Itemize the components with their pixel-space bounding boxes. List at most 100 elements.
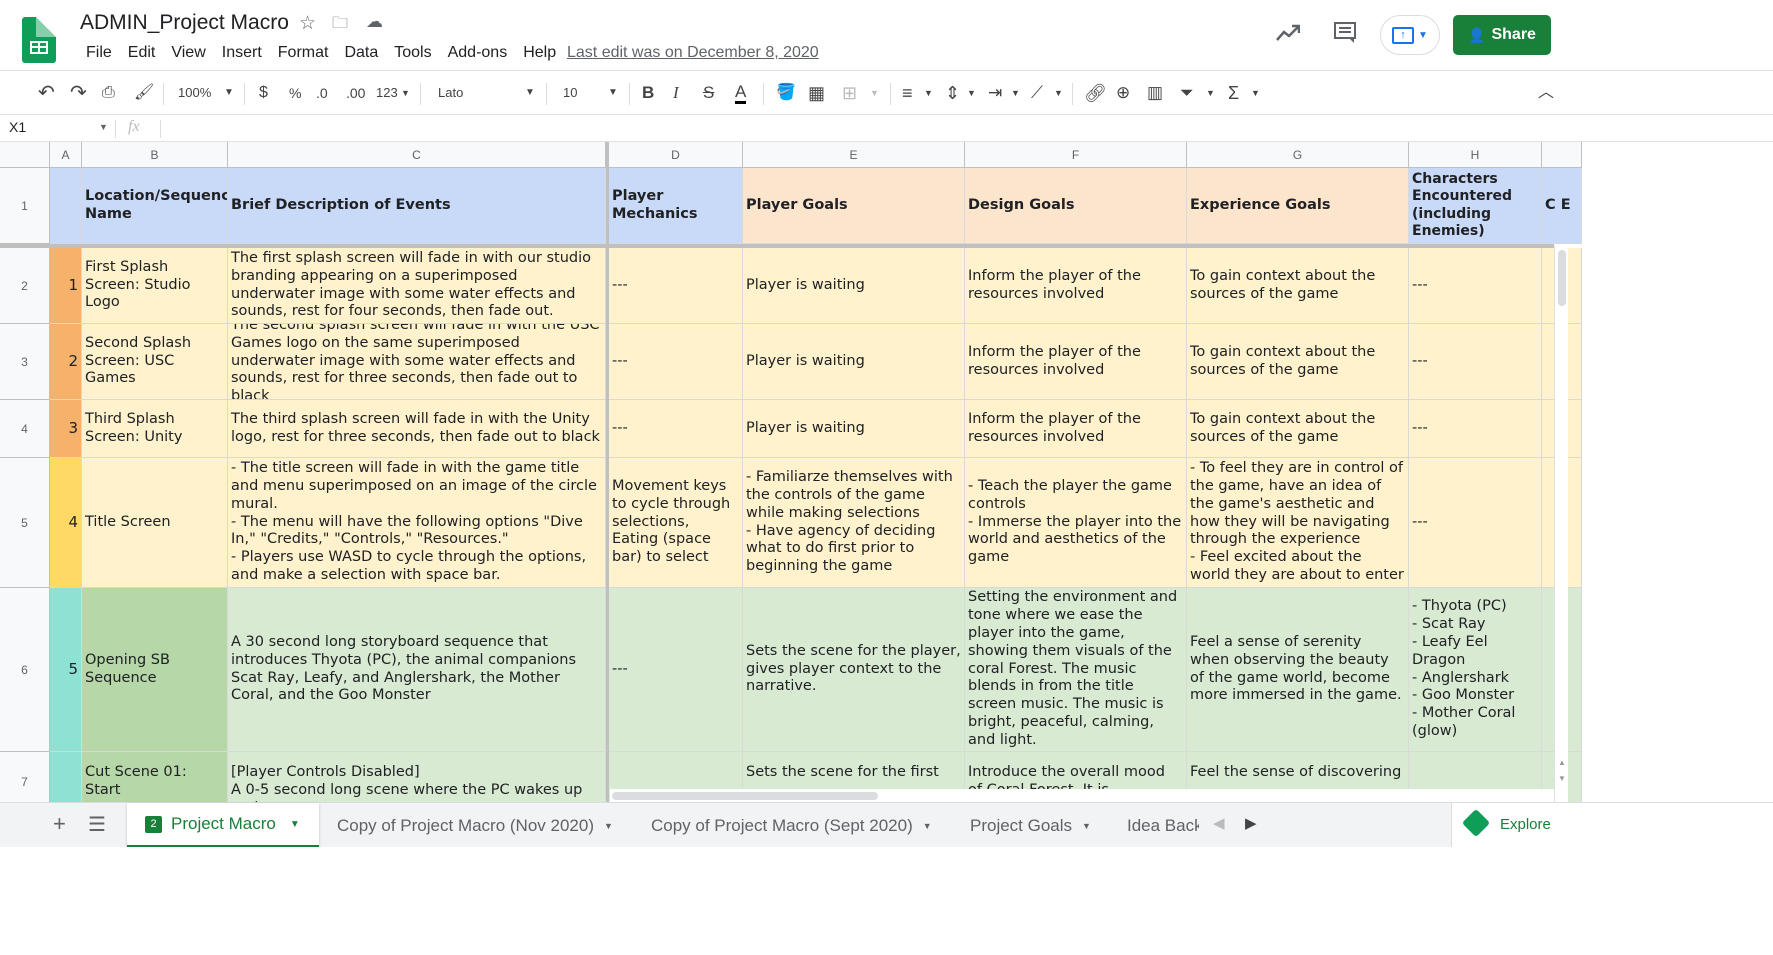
all-sheets-icon[interactable]: ☰ — [88, 812, 106, 837]
filter-icon[interactable]: ⏷ — [1180, 83, 1194, 103]
borders-icon[interactable]: ▦ — [808, 83, 825, 103]
italic-button[interactable]: I — [673, 83, 679, 103]
table-cell[interactable]: Movement keys to cycle through selection… — [609, 458, 743, 588]
table-cell[interactable]: A 30 second long storyboard sequence tha… — [228, 588, 606, 752]
align-chevron-icon[interactable]: ▼ — [924, 83, 933, 103]
table-cell[interactable]: First Splash Screen: Studio Logo — [82, 248, 228, 324]
sequence-number-cell[interactable]: 1 — [50, 248, 82, 324]
header-cell-h[interactable]: Characters Encountered (including Enemie… — [1409, 168, 1542, 244]
table-cell[interactable]: Opening SB Sequence — [82, 588, 228, 752]
row-header[interactable]: 1 — [0, 168, 50, 244]
table-cell[interactable]: The first splash screen will fade in wit… — [228, 248, 606, 324]
table-cell[interactable]: Player is waiting — [743, 324, 965, 400]
font-size-chevron-icon[interactable]: ▼ — [608, 83, 618, 103]
name-box[interactable]: X1 — [9, 119, 26, 135]
scroll-tabs-left-icon[interactable]: ◀ — [1213, 814, 1225, 832]
table-cell[interactable]: [Player Controls Disabled] A 0-5 second … — [228, 752, 606, 802]
header-cell-d[interactable]: Player Mechanics — [609, 168, 743, 244]
select-all-corner[interactable] — [0, 142, 50, 168]
name-box-chevron-icon[interactable]: ▼ — [99, 122, 108, 132]
header-cell-c[interactable]: Brief Description of Events — [228, 168, 606, 244]
header-cell-f[interactable]: Design Goals — [965, 168, 1187, 244]
horizontal-scroll-thumb[interactable] — [612, 792, 878, 800]
insert-link-icon[interactable]: 🔗︎ — [1084, 83, 1107, 103]
font-select[interactable]: Lato — [438, 83, 463, 103]
header-cell-e[interactable]: Player Goals — [743, 168, 965, 244]
row-header[interactable]: 7 — [0, 752, 50, 802]
table-cell[interactable]: Inform the player of the resources invol… — [965, 324, 1187, 400]
table-cell[interactable]: --- — [609, 248, 743, 324]
table-cell[interactable]: - Teach the player the game controls - I… — [965, 458, 1187, 588]
insert-comment-icon[interactable]: ⊕ — [1116, 83, 1130, 103]
table-cell[interactable]: - Familiarze themselves with the control… — [743, 458, 965, 588]
move-folder-icon[interactable]: 🗀 — [332, 12, 348, 39]
strikethrough-button[interactable]: S — [703, 83, 714, 103]
print-icon[interactable]: ⎙ — [102, 83, 115, 103]
table-cell[interactable]: Second Splash Screen: USC Games — [82, 324, 228, 400]
table-cell[interactable]: --- — [609, 588, 743, 752]
column-header-g[interactable]: G — [1187, 142, 1409, 168]
functions-button[interactable]: Σ — [1228, 83, 1239, 103]
table-cell[interactable]: Player is waiting — [743, 248, 965, 324]
align-left-icon[interactable]: ≡ — [902, 83, 913, 103]
row-header[interactable]: 4 — [0, 400, 50, 458]
vertical-align-icon[interactable]: ⇕ — [945, 83, 960, 103]
tab-project-goals[interactable]: Project Goals ▼ — [952, 803, 1109, 848]
table-cell[interactable]: Feel a sense of serenity when observing … — [1187, 588, 1409, 752]
table-cell[interactable]: Inform the player of the resources invol… — [965, 400, 1187, 458]
sequence-number-cell[interactable]: 2 — [50, 324, 82, 400]
explore-button[interactable]: Explore — [1451, 803, 1773, 848]
table-cell[interactable]: Cut Scene 01: Start — [82, 752, 228, 802]
menu-tools[interactable]: Tools — [386, 44, 439, 62]
row-header[interactable]: 2 — [0, 248, 50, 324]
font-chevron-icon[interactable]: ▼ — [525, 83, 535, 103]
table-cell[interactable]: Inform the player of the resources invol… — [965, 248, 1187, 324]
table-cell[interactable]: To gain context about the sources of the… — [1187, 248, 1409, 324]
header-cell-g[interactable]: Experience Goals — [1187, 168, 1409, 244]
wrap-chevron-icon[interactable]: ▼ — [1011, 83, 1020, 103]
collapse-toolbar-icon[interactable]: ︿ — [1538, 83, 1554, 103]
column-header-d[interactable]: D — [609, 142, 743, 168]
text-rotation-icon[interactable]: ⟋ — [1031, 83, 1043, 103]
row-header[interactable]: 5 — [0, 458, 50, 588]
zoom-chevron-icon[interactable]: ▼ — [224, 83, 234, 103]
bold-button[interactable]: B — [642, 83, 654, 103]
activity-trend-icon[interactable] — [1276, 24, 1300, 42]
increase-decimal-button[interactable]: .00 — [346, 83, 365, 103]
column-header[interactable] — [1542, 142, 1582, 168]
table-cell[interactable]: --- — [609, 400, 743, 458]
table-cell[interactable]: The third splash screen will fade in wit… — [228, 400, 606, 458]
redo-icon[interactable]: ↷ — [70, 83, 87, 103]
table-cell[interactable]: Title Screen — [82, 458, 228, 588]
star-icon[interactable]: ☆ — [299, 12, 316, 35]
rotation-chevron-icon[interactable]: ▼ — [1054, 83, 1063, 103]
horizontal-scrollbar[interactable] — [610, 789, 1554, 802]
scroll-tabs-right-icon[interactable]: ▶ — [1245, 814, 1257, 832]
scroll-up-icon[interactable]: ▲ — [1558, 758, 1566, 767]
present-button[interactable]: ↑ ▼ — [1380, 15, 1440, 55]
table-cell[interactable]: - To feel they are in control of the gam… — [1187, 458, 1409, 588]
menu-data[interactable]: Data — [336, 44, 386, 62]
menu-view[interactable]: View — [163, 44, 213, 62]
table-cell[interactable]: --- — [609, 324, 743, 400]
undo-icon[interactable]: ↶ — [38, 83, 55, 103]
sequence-number-cell[interactable] — [50, 752, 82, 802]
header-cell-a[interactable] — [50, 168, 82, 244]
menu-file[interactable]: File — [78, 44, 120, 62]
table-cell[interactable]: --- — [1409, 248, 1542, 324]
tab-project-macro[interactable]: 2 Project Macro ▼ — [127, 803, 319, 848]
menu-help[interactable]: Help — [515, 44, 564, 62]
column-header-e[interactable]: E — [743, 142, 965, 168]
table-cell[interactable]: - Thyota (PC) - Scat Ray - Leafy Eel Dra… — [1409, 588, 1542, 752]
decrease-decimal-button[interactable]: .0 — [316, 83, 328, 103]
tab-copy-sept-2020[interactable]: Copy of Project Macro (Sept 2020) ▼ — [634, 803, 952, 848]
sequence-number-cell[interactable]: 4 — [50, 458, 82, 588]
header-cell-i[interactable]: C E — [1542, 168, 1582, 244]
menu-format[interactable]: Format — [270, 44, 337, 62]
comments-icon[interactable] — [1333, 21, 1357, 45]
column-header-f[interactable]: F — [965, 142, 1187, 168]
functions-chevron-icon[interactable]: ▼ — [1251, 83, 1260, 103]
sequence-number-cell[interactable]: 5 — [50, 588, 82, 752]
insert-chart-icon[interactable]: ▥ — [1147, 83, 1163, 103]
row-header[interactable]: 3 — [0, 324, 50, 400]
